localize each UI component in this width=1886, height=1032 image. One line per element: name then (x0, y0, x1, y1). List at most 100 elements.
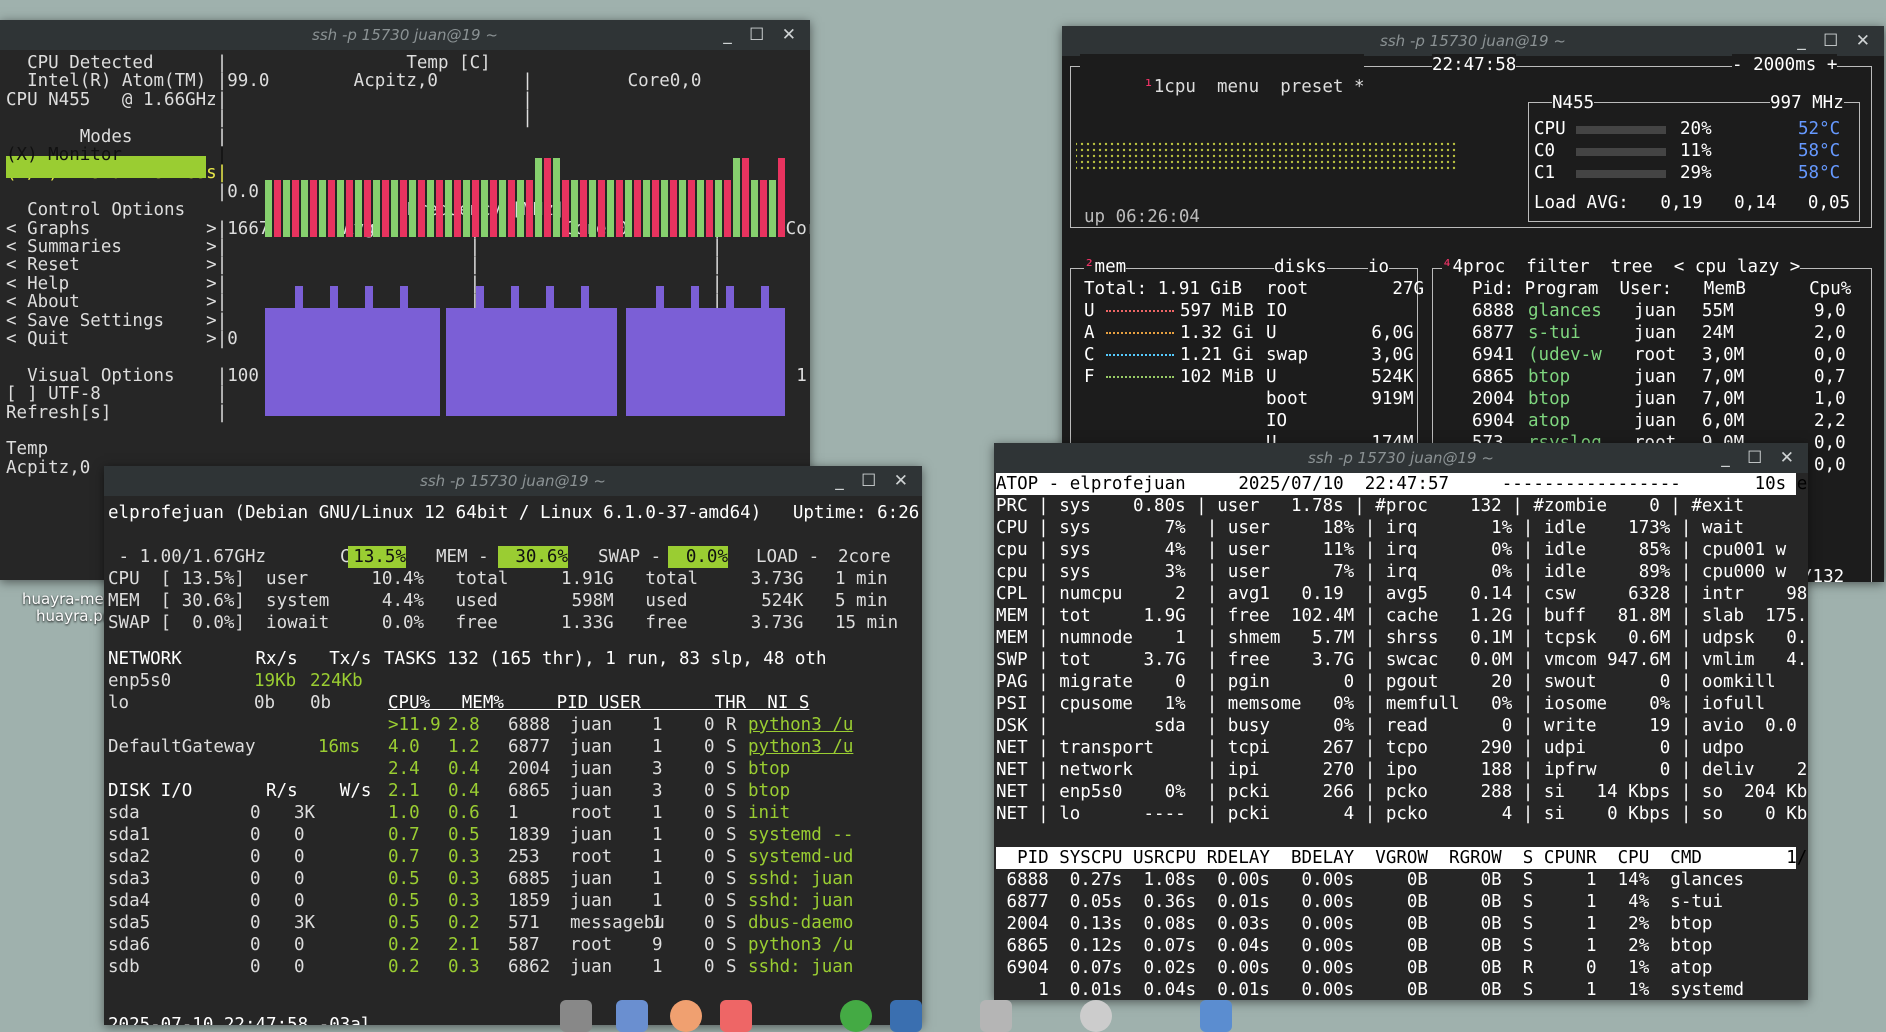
cpu-graph-dot (1296, 142, 1300, 146)
process-cell: dbus-daemo (748, 913, 854, 933)
cpu-graph-dot (1242, 160, 1246, 164)
process-cell: messagebu (570, 913, 665, 933)
cpu-graph-dot (1080, 166, 1084, 170)
btop-disk-row: swap 3,0G (1266, 345, 1414, 365)
temp-bar (517, 180, 524, 237)
atop-process-row: 6888 0.27s 1.08s 0.00s 0.00s 0B 0B S 1 1… (996, 870, 1745, 890)
temp-bar (265, 180, 272, 237)
process-header[interactable]: CPU% MEM% PID USER THR NI S (388, 692, 809, 714)
btop-disk-row: U 524K (1266, 367, 1414, 387)
cpu-graph-dot (1254, 148, 1258, 152)
cpu-graph-dot (1434, 142, 1438, 146)
cpu-graph-dot (1128, 142, 1132, 146)
cpu-graph-dot (1218, 148, 1222, 152)
window-titlebar[interactable]: ssh -p 15730 juan@19 ~ _ ☐ ✕ (0, 20, 810, 50)
temp-bar (661, 180, 668, 237)
status-icon[interactable] (840, 1000, 872, 1032)
files-icon[interactable] (616, 1000, 648, 1032)
btop-proc-cpu: 2,2 (1814, 411, 1846, 431)
desktop-icon-label[interactable]: huayra.pr (36, 607, 109, 625)
window-controls[interactable]: _ ☐ ✕ (723, 20, 802, 50)
process-cell: 6865 (508, 781, 551, 801)
freq-area (446, 308, 617, 416)
cpu-graph-dot (1224, 148, 1228, 152)
window-titlebar[interactable]: ssh -p 15730 juan@19 ~ _ ☐ ✕ (1062, 26, 1884, 56)
desktop-icon-label[interactable]: huayra-me (22, 590, 104, 608)
disk-name: sda2 (108, 847, 151, 867)
atop-proc-header[interactable]: PID SYSCPU USRCPU RDELAY BDELAY VGROW RG… (996, 847, 1808, 869)
temp-bar (571, 180, 578, 237)
btop-proc-user: juan (1634, 301, 1677, 321)
cpu-graph-dot (1260, 148, 1264, 152)
cpu-graph-dot (1272, 142, 1276, 146)
btop-mem-total: Total: 1.91 GiB (1084, 279, 1243, 299)
process-cell: 1 (652, 869, 663, 889)
window-controls[interactable]: _ ☐ ✕ (1797, 26, 1876, 56)
temp-bar (544, 158, 551, 237)
cpu-graph-dot (1080, 142, 1084, 146)
btop-interval[interactable]: - 2000ms + (1732, 54, 1838, 76)
cpu-graph-dot (1152, 148, 1156, 152)
settings-icon[interactable] (560, 1000, 592, 1032)
cpu-graph-dot (1422, 154, 1426, 158)
process-cell: 1.2 (448, 737, 480, 757)
btop-menu[interactable]: ¹1cpu menu preset * (1080, 54, 1365, 120)
glances-window[interactable]: ssh -p 15730 juan@19 ~ _ ☐ ✕ elprofejuan… (104, 466, 922, 1025)
cpu-graph-dot (1278, 142, 1282, 146)
atop-row: PAG | migrate 0 | pgin 0 | pgout 20 | sw… (996, 672, 1808, 692)
window-controls[interactable]: _ ☐ ✕ (835, 466, 914, 496)
window-titlebar[interactable]: ssh -p 15730 juan@19 ~ _ ☐ ✕ (104, 466, 922, 496)
process-cell: 0 (704, 913, 715, 933)
tools-icon[interactable] (980, 1000, 1012, 1032)
cpu-graph-dot (1236, 148, 1240, 152)
process-cell: 0.3 (448, 957, 480, 977)
cpu-graph-dot (1182, 142, 1186, 146)
cpu-graph-dot (1200, 148, 1204, 152)
cpu-graph-dot (1164, 142, 1168, 146)
cpu-graph-dot (1290, 142, 1294, 146)
cpu-graph-dot (1392, 166, 1396, 170)
tasks-summary: TASKS 132 (165 thr), 1 run, 83 slp, 48 o… (384, 649, 827, 669)
btop-proc-count: /132 (1802, 567, 1845, 582)
btop-cpu-pct: 11% (1680, 141, 1712, 161)
cpu-graph-dot (1092, 148, 1096, 152)
cpu-graph-dot (1332, 160, 1336, 164)
freq-spike (476, 286, 484, 308)
temp-bar (499, 180, 506, 237)
cpu-graph-dot (1194, 166, 1198, 170)
cpu-graph-dot (1368, 160, 1372, 164)
cpu-graph-dot (1428, 160, 1432, 164)
cpu-graph-dot (1278, 160, 1282, 164)
temp-bar (598, 180, 605, 237)
cpu-graph-dot (1266, 148, 1270, 152)
cpu-graph-dot (1314, 160, 1318, 164)
temp-bar (724, 180, 731, 237)
cpu-graph-dot (1182, 166, 1186, 170)
atop-window[interactable]: ssh -p 15730 juan@19 ~ _ ☐ ✕ ATOP - elpr… (994, 443, 1808, 1000)
cpu-graph-dot (1362, 160, 1366, 164)
process-cell: 1 (652, 957, 663, 977)
cpu-graph-dot (1128, 148, 1132, 152)
cpu-graph-dot (1278, 148, 1282, 152)
process-cell: juan (570, 869, 613, 889)
window-titlebar[interactable]: ssh -p 15730 juan@19 ~ _ ☐ ✕ (994, 443, 1808, 473)
btop-proc-title[interactable]: ⁴4proc filter tree < cpu lazy > (1442, 256, 1801, 278)
cpu-graph-dot (1110, 154, 1114, 158)
cpu-graph-dot (1176, 166, 1180, 170)
media-icon[interactable] (720, 1000, 752, 1032)
disk-write: 3K (294, 913, 316, 933)
btop-proc-pid: 6877 (1472, 323, 1515, 343)
cpu-graph-dot (1308, 142, 1312, 146)
terminal-icon[interactable] (890, 1000, 922, 1032)
process-cell: 0.3 (448, 891, 480, 911)
cpu-graph-dot (1380, 142, 1384, 146)
disk-write: 0 (294, 957, 305, 977)
cpu-graph-dot (1392, 148, 1396, 152)
folder-icon[interactable] (1200, 1000, 1232, 1032)
clock-icon[interactable] (1080, 1000, 1112, 1032)
cpu-graph-dot (1266, 160, 1270, 164)
temp-bar (310, 180, 317, 237)
firefox-icon[interactable] (670, 1000, 702, 1032)
window-controls[interactable]: _ ☐ ✕ (1721, 443, 1800, 473)
temp-bar (562, 180, 569, 237)
